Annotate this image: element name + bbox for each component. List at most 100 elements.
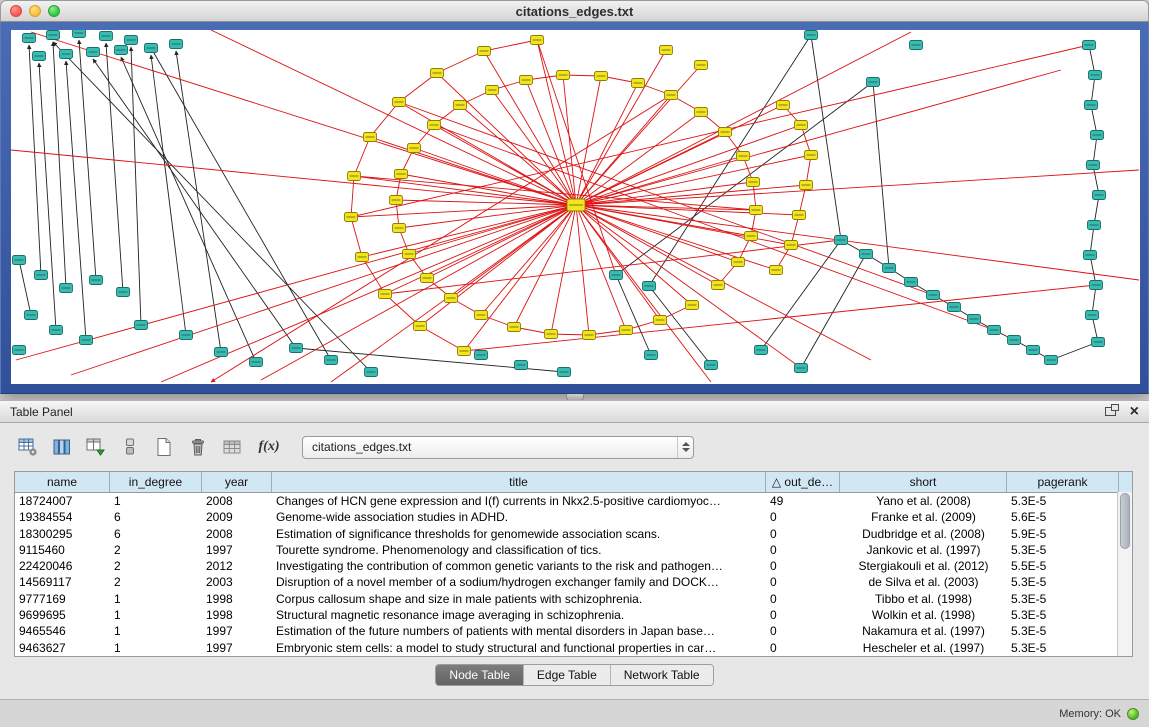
graph-node[interactable] — [454, 101, 467, 110]
graph-node[interactable] — [364, 133, 377, 142]
table-row[interactable]: 1830029562008Estimation of significance … — [15, 526, 1119, 542]
graph-node[interactable] — [747, 178, 760, 187]
column-header-out-de[interactable]: △ out_de… — [766, 472, 840, 492]
graph-edge[interactable] — [576, 205, 718, 285]
graph-node[interactable] — [905, 278, 918, 287]
row-tools-icon[interactable] — [116, 434, 144, 460]
graph-edge[interactable] — [873, 82, 889, 268]
graph-node[interactable] — [800, 181, 813, 190]
table-row[interactable]: 1938455462009Genome-wide association stu… — [15, 509, 1119, 525]
graph-node[interactable] — [60, 284, 73, 293]
graph-node[interactable] — [428, 121, 441, 130]
graph-node[interactable] — [1086, 311, 1099, 320]
graph-node[interactable] — [445, 294, 458, 303]
graph-edge[interactable] — [11, 150, 576, 205]
graph-node[interactable] — [867, 78, 880, 87]
graph-edge[interactable] — [66, 61, 86, 340]
table-row[interactable]: 2242004622012Investigating the contribut… — [15, 558, 1119, 574]
graph-edge[interactable] — [93, 59, 296, 348]
graph-edge[interactable] — [420, 205, 576, 326]
graph-node[interactable] — [1093, 191, 1106, 200]
graph-node[interactable] — [25, 311, 38, 320]
graph-node[interactable] — [1084, 251, 1097, 260]
graph-edge[interactable] — [576, 205, 626, 330]
graph-edge[interactable] — [761, 240, 841, 350]
graph-node[interactable] — [737, 152, 750, 161]
graph-node[interactable] — [835, 236, 848, 245]
graph-node[interactable] — [860, 250, 873, 259]
graph-node[interactable] — [545, 330, 558, 339]
graph-node[interactable] — [117, 288, 130, 297]
graph-edge[interactable] — [1051, 342, 1098, 360]
graph-node[interactable] — [1091, 131, 1104, 140]
table-row[interactable]: 977716911998Corpus callosum shape and si… — [15, 591, 1119, 607]
graph-node[interactable] — [393, 224, 406, 233]
graph-node[interactable] — [325, 356, 338, 365]
table-selector-dropdown[interactable]: citations_edges.txt — [302, 436, 694, 459]
graph-node[interactable] — [927, 291, 940, 300]
graph-node[interactable] — [486, 86, 499, 95]
graph-edge[interactable] — [53, 42, 371, 372]
graph-node[interactable] — [170, 40, 183, 49]
graph-node[interactable] — [1083, 41, 1096, 50]
graph-node[interactable] — [883, 264, 896, 273]
tab-node-table[interactable]: Node Table — [436, 665, 524, 685]
graph-node[interactable] — [403, 250, 416, 259]
table-row[interactable]: 946554611997Estimation of the future num… — [15, 623, 1119, 639]
table-row[interactable]: 946362711997Embryonic stem cells: a mode… — [15, 640, 1119, 656]
graph-node[interactable] — [73, 30, 86, 38]
graph-node[interactable] — [135, 321, 148, 330]
graph-edge[interactable] — [19, 260, 31, 315]
graph-node[interactable] — [47, 31, 60, 40]
create-column-icon[interactable] — [82, 434, 110, 460]
graph-node[interactable] — [595, 72, 608, 81]
graph-node[interactable] — [1008, 336, 1021, 345]
graph-node[interactable] — [1027, 346, 1040, 355]
graph-node[interactable] — [33, 52, 46, 61]
graph-node[interactable] — [795, 364, 808, 373]
graph-edge[interactable] — [563, 75, 576, 205]
graph-node[interactable] — [390, 196, 403, 205]
graph-edge[interactable] — [437, 51, 484, 73]
column-header-title[interactable]: title — [272, 472, 766, 492]
graph-node[interactable] — [755, 346, 768, 355]
graph-node[interactable] — [100, 32, 113, 41]
graph-node[interactable] — [1087, 161, 1100, 170]
graph-node[interactable] — [35, 271, 48, 280]
graph-node[interactable] — [379, 290, 392, 299]
graph-node[interactable] — [1092, 338, 1105, 347]
graph-edge[interactable] — [31, 32, 576, 205]
graph-edge[interactable] — [151, 55, 186, 335]
graph-node[interactable] — [520, 76, 533, 85]
graph-node[interactable] — [458, 347, 471, 356]
graph-edge[interactable] — [576, 205, 711, 382]
graph-edge[interactable] — [649, 286, 711, 365]
graph-node[interactable] — [250, 358, 263, 367]
graph-node[interactable] — [1090, 281, 1103, 290]
graph-node[interactable] — [988, 326, 1001, 335]
graph-edge[interactable] — [106, 43, 123, 292]
graph-node[interactable] — [583, 331, 596, 340]
graph-node[interactable] — [60, 50, 73, 59]
graph-node[interactable] — [145, 44, 158, 53]
new-table-icon[interactable] — [150, 434, 178, 460]
graph-node[interactable] — [910, 41, 923, 50]
graph-node[interactable] — [215, 348, 228, 357]
graph-node[interactable] — [1085, 101, 1098, 110]
graph-node[interactable] — [645, 351, 658, 360]
graph-node[interactable] — [414, 322, 427, 331]
graph-edge[interactable] — [484, 40, 537, 51]
graph-edge[interactable] — [351, 176, 354, 217]
graph-node[interactable] — [695, 108, 708, 117]
graph-node[interactable] — [421, 274, 434, 283]
graph-edge[interactable] — [131, 47, 141, 325]
table-row[interactable]: 1456911722003Disruption of a novel membe… — [15, 574, 1119, 590]
graph-edge[interactable] — [811, 35, 841, 240]
column-header-pagerank[interactable]: pagerank — [1007, 472, 1119, 492]
graph-node[interactable] — [356, 253, 369, 262]
graph-node[interactable] — [750, 206, 763, 215]
tab-edge-table[interactable]: Edge Table — [524, 665, 611, 685]
graph-node[interactable] — [1089, 71, 1102, 80]
graph-node[interactable] — [557, 71, 570, 80]
network-graph[interactable] — [11, 30, 1140, 384]
